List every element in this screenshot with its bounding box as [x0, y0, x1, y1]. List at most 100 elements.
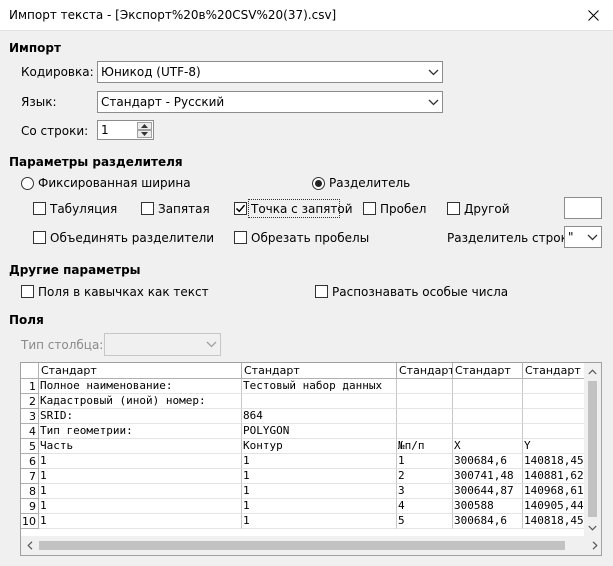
preview-table[interactable]: Стандарт Стандарт Стандарт Стандарт Стан… — [21, 363, 585, 536]
scrollbar-thumb[interactable] — [588, 381, 597, 517]
trim-spaces-label[interactable]: Обрезать пробелы — [251, 231, 369, 245]
row-number[interactable]: 1 — [21, 379, 39, 394]
semicolon-label[interactable]: Точка с запятой — [251, 202, 353, 216]
table-cell[interactable]: Y — [523, 439, 585, 454]
detect-special-numbers-checkbox[interactable] — [315, 285, 328, 298]
spin-down-button[interactable] — [137, 130, 152, 138]
fixed-width-radio[interactable] — [21, 177, 34, 190]
horizontal-scrollbar[interactable] — [21, 536, 601, 555]
table-cell[interactable]: Контур — [242, 439, 397, 454]
quoted-as-text-checkbox[interactable] — [21, 285, 34, 298]
table-cell[interactable]: Тестовый набор данных — [242, 379, 397, 394]
table-cell[interactable] — [397, 394, 453, 409]
scrollbar-thumb[interactable] — [39, 541, 565, 550]
column-header[interactable]: Стандарт — [397, 363, 453, 379]
comma-checkbox[interactable] — [141, 202, 154, 215]
table-cell[interactable]: 300684,6 — [453, 514, 523, 529]
table-cell[interactable] — [453, 379, 523, 394]
scroll-up-button[interactable] — [584, 363, 601, 380]
table-cell[interactable]: 1 — [397, 454, 453, 469]
scroll-left-button[interactable] — [21, 537, 38, 554]
table-cell[interactable] — [523, 394, 585, 409]
separated-radio[interactable] — [312, 177, 325, 190]
table-cell[interactable] — [523, 409, 585, 424]
table-cell[interactable] — [397, 409, 453, 424]
row-number[interactable]: 6 — [21, 454, 39, 469]
tab-label[interactable]: Табуляция — [50, 202, 117, 216]
row-number[interactable]: 10 — [21, 514, 39, 529]
table-cell[interactable] — [453, 409, 523, 424]
quoted-as-text-label[interactable]: Поля в кавычках как текст — [38, 285, 209, 299]
close-button[interactable] — [573, 0, 613, 30]
other-label[interactable]: Другой — [464, 202, 510, 216]
table-cell[interactable]: 1 — [39, 514, 242, 529]
comma-label[interactable]: Запятая — [158, 202, 210, 216]
vertical-scrollbar[interactable] — [584, 363, 601, 536]
table-cell[interactable]: 4 — [397, 499, 453, 514]
table-cell[interactable]: 140905,44 — [523, 499, 585, 514]
space-checkbox[interactable] — [363, 202, 376, 215]
detect-special-numbers-label[interactable]: Распознавать особые числа — [332, 285, 508, 299]
table-cell[interactable] — [453, 424, 523, 439]
row-number[interactable]: 9 — [21, 499, 39, 514]
column-header[interactable]: Стандарт — [39, 363, 242, 379]
table-cell[interactable]: 1 — [39, 484, 242, 499]
table-cell[interactable]: 300644,87 — [453, 484, 523, 499]
table-cell[interactable]: 864 — [242, 409, 397, 424]
column-header[interactable]: Стандарт — [242, 363, 397, 379]
table-cell[interactable]: 1 — [242, 469, 397, 484]
table-cell[interactable]: 140818,45 — [523, 454, 585, 469]
row-number[interactable]: 3 — [21, 409, 39, 424]
table-cell[interactable]: 1 — [39, 469, 242, 484]
table-cell[interactable]: 2 — [397, 469, 453, 484]
language-select[interactable]: Стандарт - Русский — [97, 91, 443, 113]
table-cell[interactable]: POLYGON — [242, 424, 397, 439]
table-cell[interactable]: SRID: — [39, 409, 242, 424]
table-cell[interactable] — [397, 424, 453, 439]
table-cell[interactable]: 1 — [39, 454, 242, 469]
semicolon-checkbox[interactable] — [234, 202, 247, 215]
table-cell[interactable]: Часть — [39, 439, 242, 454]
other-separator-input[interactable] — [564, 197, 602, 219]
table-cell[interactable]: 1 — [39, 499, 242, 514]
table-cell[interactable]: 140818,45 — [523, 514, 585, 529]
table-cell[interactable]: 1 — [242, 499, 397, 514]
row-number[interactable]: 4 — [21, 424, 39, 439]
table-cell[interactable]: X — [453, 439, 523, 454]
table-cell[interactable]: 1 — [242, 484, 397, 499]
column-header[interactable]: Стандарт — [453, 363, 523, 379]
table-cell[interactable] — [242, 394, 397, 409]
table-cell[interactable]: 1 — [242, 454, 397, 469]
table-cell[interactable]: 3 — [397, 484, 453, 499]
table-cell[interactable]: 5 — [397, 514, 453, 529]
fixed-width-label[interactable]: Фиксированная ширина — [38, 176, 191, 190]
table-cell[interactable] — [523, 379, 585, 394]
table-cell[interactable]: Кадастровый (иной) номер: — [39, 394, 242, 409]
merge-delimiters-label[interactable]: Объединять разделители — [50, 231, 214, 245]
trim-spaces-checkbox[interactable] — [234, 231, 247, 244]
scroll-right-button[interactable] — [586, 537, 601, 554]
column-header[interactable]: Стандарт — [523, 363, 585, 379]
table-cell[interactable]: 1 — [242, 514, 397, 529]
from-row-spinner[interactable]: 1 — [97, 120, 154, 140]
row-number[interactable]: 8 — [21, 484, 39, 499]
row-number[interactable]: 5 — [21, 439, 39, 454]
charset-select[interactable]: Юникод (UTF-8) — [97, 61, 443, 83]
table-cell[interactable]: №п/п — [397, 439, 453, 454]
scroll-down-button[interactable] — [584, 519, 601, 536]
spin-up-button[interactable] — [137, 122, 152, 130]
row-number[interactable]: 7 — [21, 469, 39, 484]
row-number[interactable]: 2 — [21, 394, 39, 409]
table-cell[interactable]: 300684,6 — [453, 454, 523, 469]
table-cell[interactable] — [397, 379, 453, 394]
table-cell[interactable]: 300588 — [453, 499, 523, 514]
table-cell[interactable]: 140881,62 — [523, 469, 585, 484]
table-cell[interactable]: Тип геометрии: — [39, 424, 242, 439]
table-cell[interactable]: 300741,48 — [453, 469, 523, 484]
column-type-select[interactable] — [104, 333, 221, 356]
table-cell[interactable]: Полное наименование: — [39, 379, 242, 394]
space-label[interactable]: Пробел — [380, 202, 426, 216]
table-cell[interactable] — [453, 394, 523, 409]
other-checkbox[interactable] — [447, 202, 460, 215]
string-delimiter-select[interactable]: " — [564, 226, 602, 248]
